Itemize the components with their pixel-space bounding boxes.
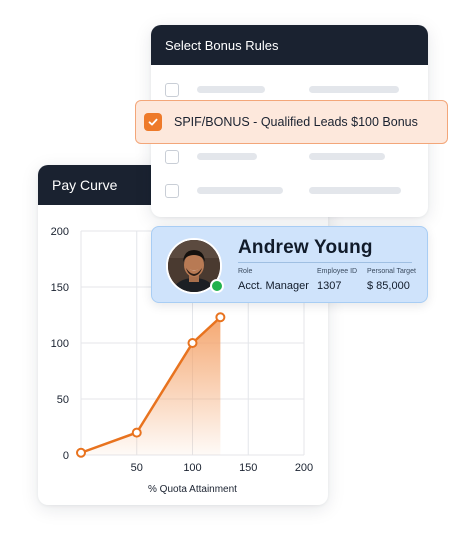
online-status-icon bbox=[210, 279, 224, 293]
selected-rule-row[interactable]: SPIF/BONUS - Qualified Leads $100 Bonus bbox=[135, 100, 448, 144]
employee-id-value: 1307 bbox=[317, 280, 342, 292]
rule-row[interactable] bbox=[151, 80, 428, 102]
rule-row[interactable] bbox=[151, 181, 428, 203]
rule-placeholder bbox=[197, 153, 257, 160]
rule-placeholder bbox=[197, 86, 265, 93]
rule-placeholder bbox=[309, 187, 401, 194]
data-point bbox=[187, 338, 198, 348]
employee-name: Andrew Young bbox=[238, 237, 373, 258]
x-tick-label: 150 bbox=[239, 462, 257, 474]
rule-checkbox[interactable] bbox=[165, 83, 179, 97]
employee-id-label: Employee ID bbox=[317, 268, 358, 275]
avatar-container bbox=[166, 238, 224, 294]
y-tick-label: 200 bbox=[51, 226, 69, 238]
x-tick-label: 100 bbox=[183, 462, 201, 474]
rule-checkbox[interactable] bbox=[165, 150, 179, 164]
y-tick-label: 0 bbox=[63, 450, 69, 462]
selected-rule-label: SPIF/BONUS - Qualified Leads $100 Bonus bbox=[174, 115, 418, 129]
x-tick-label: 50 bbox=[131, 462, 143, 474]
x-axis-label: % Quota Attainment bbox=[148, 484, 237, 495]
x-tick-label: 200 bbox=[295, 462, 313, 474]
y-tick-label: 50 bbox=[57, 394, 69, 406]
y-tick-label: 150 bbox=[51, 282, 69, 294]
checkmark-icon bbox=[148, 118, 158, 126]
data-point bbox=[131, 427, 142, 438]
rule-checkbox-checked[interactable] bbox=[144, 113, 162, 131]
personal-target-value: $ 85,000 bbox=[367, 280, 410, 292]
rule-placeholder bbox=[309, 153, 385, 160]
rule-checkbox[interactable] bbox=[165, 184, 179, 198]
role-label: Role bbox=[238, 268, 253, 275]
rule-placeholder bbox=[309, 86, 399, 93]
data-point bbox=[215, 312, 226, 323]
data-point bbox=[76, 447, 86, 458]
rule-row[interactable] bbox=[151, 147, 428, 169]
employee-card: Andrew Young Role Acct. Manager Employee… bbox=[151, 226, 428, 303]
y-tick-label: 100 bbox=[51, 338, 69, 350]
personal-target-label: Personal Target bbox=[367, 268, 416, 275]
bonus-rules-title: Select Bonus Rules bbox=[151, 25, 428, 65]
divider bbox=[238, 262, 412, 263]
rule-placeholder bbox=[197, 187, 283, 194]
role-value: Acct. Manager bbox=[238, 280, 309, 292]
